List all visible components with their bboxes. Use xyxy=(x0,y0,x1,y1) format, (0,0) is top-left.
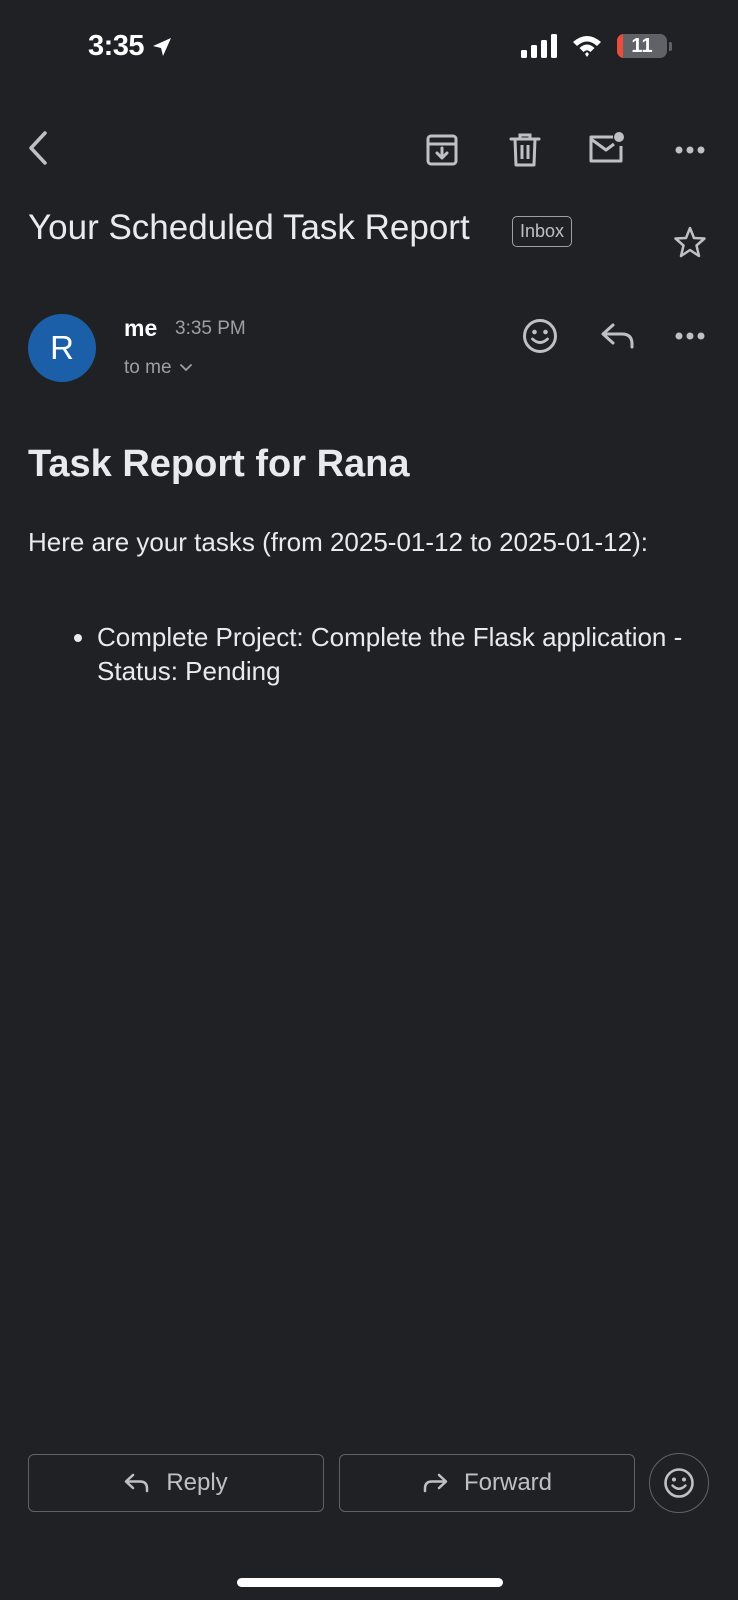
body-heading: Task Report for Rana xyxy=(28,443,410,485)
wifi-icon xyxy=(573,36,601,57)
sender-name: me xyxy=(124,315,158,341)
more-icon xyxy=(675,332,705,340)
reply-icon xyxy=(125,1473,149,1493)
star-icon xyxy=(674,226,706,258)
star-button[interactable] xyxy=(666,218,714,266)
chevron-down-icon xyxy=(179,364,192,372)
status-time: 3:35 xyxy=(88,30,174,63)
mark-unread-icon xyxy=(589,132,624,163)
location-arrow-icon xyxy=(153,37,172,56)
more-options-button[interactable] xyxy=(666,126,714,174)
cellular-signal-icon xyxy=(521,34,557,58)
back-button[interactable] xyxy=(14,124,62,172)
reply-icon-button[interactable] xyxy=(594,312,642,360)
forward-button[interactable]: Forward xyxy=(339,1454,635,1512)
status-indicators: 11 xyxy=(521,34,672,58)
archive-button[interactable] xyxy=(418,126,466,174)
forward-icon xyxy=(423,1473,448,1493)
archive-icon xyxy=(426,134,458,166)
back-arrow-icon xyxy=(29,131,47,165)
recipient-details[interactable]: to me xyxy=(124,357,192,379)
battery-icon: 11 xyxy=(617,34,667,58)
add-reaction-button[interactable] xyxy=(516,312,564,360)
body-intro: Here are your tasks (from 2025-01-12 to … xyxy=(28,527,648,557)
emoji-icon xyxy=(523,319,557,353)
sender-avatar[interactable]: R xyxy=(28,314,96,382)
home-indicator[interactable] xyxy=(237,1578,503,1587)
battery-fill xyxy=(617,34,623,58)
forward-label: Forward xyxy=(463,1469,553,1496)
list-item: Complete Project: Complete the Flask app… xyxy=(97,620,738,688)
label-badge[interactable]: Inbox xyxy=(512,216,573,247)
reply-label: Reply xyxy=(166,1469,228,1496)
reply-button[interactable]: Reply xyxy=(28,1454,324,1512)
recipient-text: to me xyxy=(124,357,172,378)
message-more-button[interactable] xyxy=(666,312,714,360)
status-time-text: 3:35 xyxy=(88,30,145,62)
avatar-letter: R xyxy=(50,329,74,366)
email-subject: Your Scheduled Task Report xyxy=(28,208,470,247)
task-list: Complete Project: Complete the Flask app… xyxy=(28,620,738,688)
trash-icon xyxy=(509,133,541,167)
mark-unread-button[interactable] xyxy=(583,124,631,172)
battery-tip xyxy=(669,41,672,51)
more-icon xyxy=(675,146,705,154)
sent-time: 3:35 PM xyxy=(175,318,246,339)
delete-button[interactable] xyxy=(501,126,549,174)
emoji-icon xyxy=(664,1468,694,1498)
battery-level: 11 xyxy=(631,34,653,57)
react-button[interactable] xyxy=(649,1453,709,1513)
reply-icon xyxy=(601,323,634,349)
